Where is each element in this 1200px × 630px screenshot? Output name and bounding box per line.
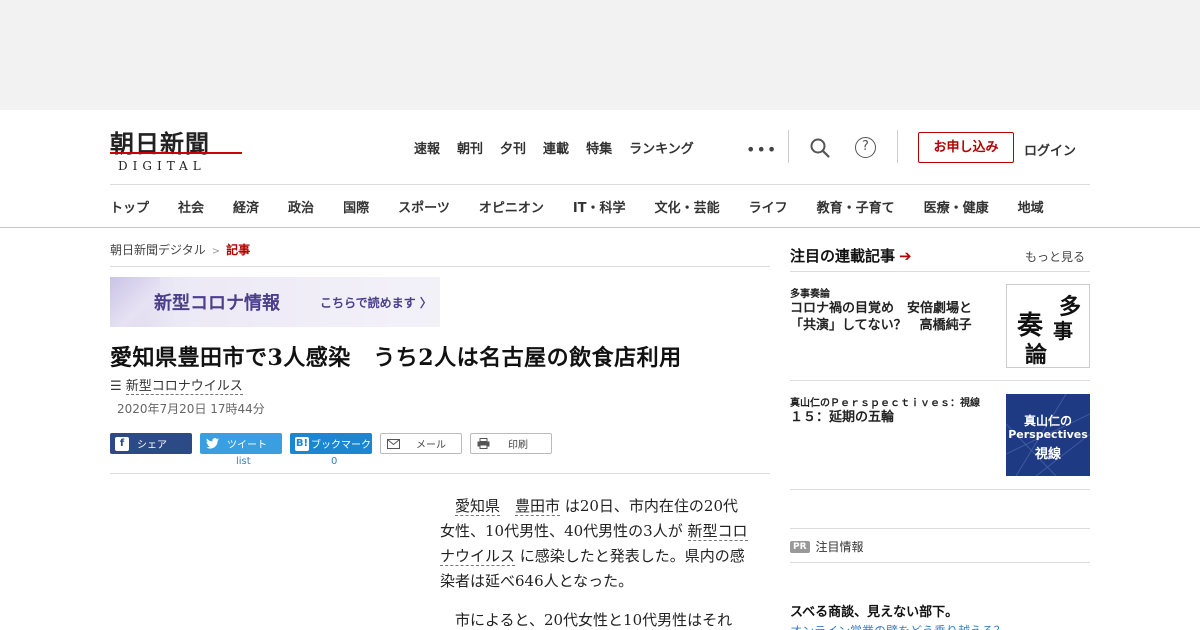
signup-button[interactable]: お申し込み bbox=[918, 132, 1014, 163]
breadcrumb: 朝日新聞デジタル > 記事 bbox=[110, 241, 250, 258]
article-date: 2020年7月20日 17時44分 bbox=[117, 402, 265, 416]
keyword-link-aichi[interactable]: 愛知県 bbox=[455, 497, 501, 516]
facebook-share-label: シェア bbox=[137, 440, 167, 451]
site-header: 朝日新聞 DIGITAL 速報 朝刊 夕刊 連載 特集 ランキング ••• ? … bbox=[0, 110, 1200, 228]
article-body: 愛知県 豊田市 は20日、市内在住の20代女性、10代男性、40代男性の3人が … bbox=[440, 494, 750, 630]
header-divider bbox=[788, 130, 789, 163]
banner-link: こちらで読めます 〉 bbox=[320, 296, 432, 310]
article-headline: 愛知県豊田市で3人感染 うち2人は名古屋の飲食店利用 bbox=[110, 345, 682, 371]
sidebar-divider bbox=[790, 489, 1090, 490]
topic-tag[interactable]: ☰ 新型コロナウイルス bbox=[110, 375, 243, 395]
hatena-bookmark-button[interactable]: B! ブックマーク bbox=[290, 433, 372, 454]
keyword-link-toyota[interactable]: 豊田市 bbox=[515, 497, 561, 516]
section-it-science[interactable]: IT・科学 bbox=[573, 197, 626, 216]
article-paragraph: 愛知県 豊田市 は20日、市内在住の20代女性、10代男性、40代男性の3人が … bbox=[440, 494, 750, 594]
hatena-icon: B! bbox=[295, 436, 309, 451]
banner-decoration bbox=[110, 277, 160, 327]
breadcrumb-current: 記事 bbox=[226, 243, 251, 257]
sidebar-more-link[interactable]: もっと見る bbox=[1025, 248, 1085, 265]
sidebar-item-title[interactable]: コロナ禍の目覚め 安倍劇場と「共演」してない？ 高橋純子 bbox=[790, 300, 996, 334]
list-icon: ☰ bbox=[110, 379, 122, 394]
sidebar-divider bbox=[790, 562, 1090, 563]
hatena-count[interactable]: 0 bbox=[331, 456, 337, 467]
sidebar-heading[interactable]: 注目の連載記事 ➔ bbox=[790, 245, 912, 266]
search-icon[interactable] bbox=[809, 137, 831, 159]
sidebar-item-title[interactable]: １５：延期の五輪 bbox=[790, 409, 996, 426]
section-life[interactable]: ライフ bbox=[749, 197, 788, 216]
more-icon[interactable]: ••• bbox=[746, 140, 777, 159]
logo-digital: DIGITAL bbox=[118, 159, 206, 173]
section-international[interactable]: 国際 bbox=[343, 197, 369, 216]
mail-icon bbox=[386, 437, 400, 451]
share-divider bbox=[110, 473, 770, 474]
logo-swoosh bbox=[110, 152, 242, 154]
tajisoron-thumbnail[interactable]: 多 事 奏 論 bbox=[1006, 284, 1090, 368]
facebook-icon: f bbox=[115, 436, 129, 451]
twitter-icon bbox=[205, 437, 219, 451]
banner-title: 新型コロナ情報 bbox=[154, 293, 280, 314]
thumb-char: 論 bbox=[1025, 342, 1048, 368]
section-top[interactable]: トップ bbox=[110, 197, 149, 216]
header-divider bbox=[897, 130, 898, 163]
breadcrumb-divider bbox=[110, 266, 770, 267]
thumb-line: 真山仁の bbox=[1023, 414, 1072, 428]
ad-band bbox=[0, 0, 1200, 110]
nav-tokushu[interactable]: 特集 bbox=[586, 138, 612, 157]
twitter-count[interactable]: list bbox=[236, 456, 251, 467]
pr-article-title[interactable]: スベる商談、見えない部下。 bbox=[790, 601, 958, 620]
perspectives-thumbnail[interactable]: 真山仁の Perspectives 視線 bbox=[1006, 394, 1090, 476]
pr-label: 注目情報 bbox=[815, 540, 864, 554]
section-economy[interactable]: 経済 bbox=[233, 197, 259, 216]
mail-share-button[interactable]: メール bbox=[380, 433, 462, 454]
printer-icon bbox=[476, 437, 490, 451]
topic-label: 新型コロナウイルス bbox=[125, 379, 243, 395]
help-icon[interactable]: ? bbox=[855, 137, 876, 158]
sidebar-divider bbox=[790, 528, 1090, 529]
arrow-right-icon: ➔ bbox=[899, 247, 912, 265]
print-button[interactable]: 印刷 bbox=[470, 433, 552, 454]
nav-choukan[interactable]: 朝刊 bbox=[457, 138, 483, 157]
print-label: 印刷 bbox=[508, 440, 528, 451]
nav-divider bbox=[110, 184, 1090, 185]
sidebar-heading-label: 注目の連載記事 bbox=[790, 247, 896, 265]
section-nav: トップ 社会 経済 政治 国際 スポーツ オピニオン IT・科学 文化・芸能 ラ… bbox=[110, 197, 1044, 216]
breadcrumb-home[interactable]: 朝日新聞デジタル bbox=[110, 243, 206, 257]
nav-rensai[interactable]: 連載 bbox=[543, 138, 569, 157]
top-nav: 速報 朝刊 夕刊 連載 特集 ランキング bbox=[414, 138, 711, 157]
section-health[interactable]: 医療・健康 bbox=[924, 197, 989, 216]
nav-yukan[interactable]: 夕刊 bbox=[500, 138, 526, 157]
sidebar-item-category: 多事奏論 bbox=[790, 289, 830, 300]
sidebar-divider bbox=[790, 380, 1090, 381]
pr-article-subtitle[interactable]: オンライン営業の壁をどう乗り越える？ bbox=[790, 622, 1006, 630]
breadcrumb-separator: > bbox=[211, 246, 221, 257]
twitter-share-label: ツイート bbox=[227, 440, 267, 451]
section-society[interactable]: 社会 bbox=[178, 197, 204, 216]
thumb-char: 事 bbox=[1053, 319, 1073, 343]
section-region[interactable]: 地域 bbox=[1018, 197, 1044, 216]
nav-sokuho[interactable]: 速報 bbox=[414, 138, 440, 157]
section-sports[interactable]: スポーツ bbox=[398, 197, 450, 216]
mail-share-label: メール bbox=[416, 440, 446, 451]
facebook-share-button[interactable]: f シェア bbox=[110, 433, 192, 454]
sidebar-divider bbox=[790, 271, 1090, 272]
pr-badge: PR bbox=[790, 540, 810, 553]
twitter-share-button[interactable]: ツイート bbox=[200, 433, 282, 454]
nav-ranking[interactable]: ランキング bbox=[629, 138, 694, 157]
section-education[interactable]: 教育・子育て bbox=[817, 197, 895, 216]
sidebar-item-category: 真山仁のＰｅｒｓｐｅｃｔｉｖｅｓ：視線 bbox=[790, 398, 980, 409]
section-culture[interactable]: 文化・芸能 bbox=[655, 197, 720, 216]
article-paragraph: 市によると、20代女性と10代男性はそれ bbox=[455, 611, 733, 629]
thumb-line: Perspectives bbox=[1008, 428, 1088, 441]
section-opinion[interactable]: オピニオン bbox=[479, 197, 544, 216]
covid-banner[interactable]: 新型コロナ情報 こちらで読めます 〉 bbox=[110, 277, 440, 327]
login-link[interactable]: ログイン bbox=[1024, 140, 1076, 159]
section-politics[interactable]: 政治 bbox=[288, 197, 314, 216]
thumb-line: 視線 bbox=[1034, 447, 1061, 462]
pr-section: PR 注目情報 bbox=[790, 538, 864, 555]
site-logo[interactable]: 朝日新聞 DIGITAL bbox=[110, 124, 242, 173]
hatena-share-label: ブックマーク bbox=[311, 440, 371, 451]
